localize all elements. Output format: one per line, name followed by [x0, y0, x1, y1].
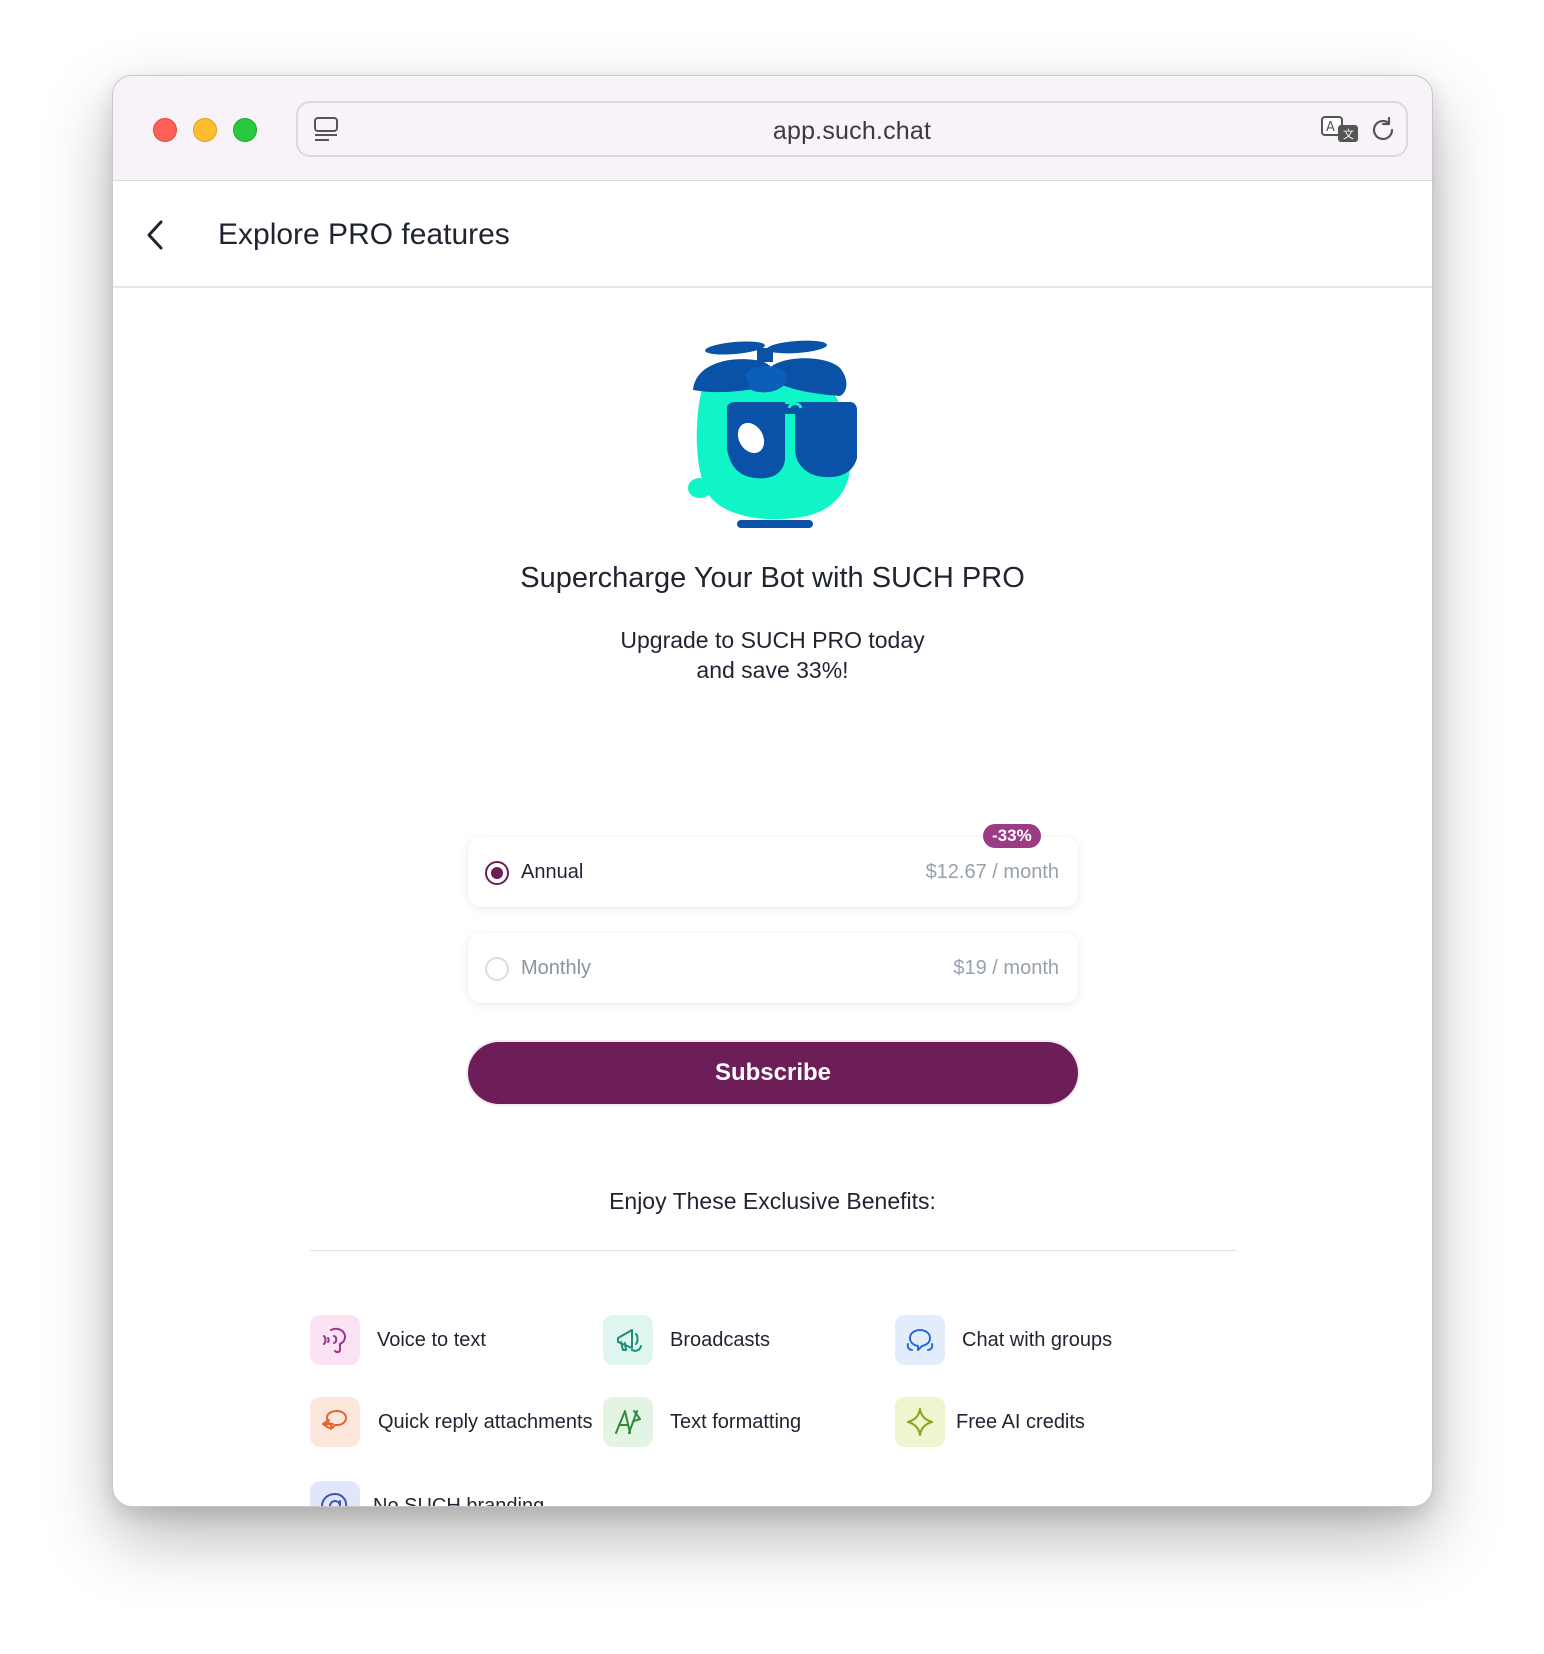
megaphone-icon: [603, 1315, 653, 1365]
plan-label-annual: Annual: [521, 861, 584, 883]
benefit-label: Free AI credits: [956, 1411, 1085, 1433]
benefit-label: Broadcasts: [670, 1329, 771, 1351]
url-text[interactable]: app.such.chat: [298, 117, 1406, 146]
plan-price-annual: $12.67 / month: [925, 861, 1059, 883]
text-format-icon: [603, 1397, 653, 1447]
plan-price-monthly: $19 / month: [953, 957, 1059, 979]
subscribe-button[interactable]: Subscribe: [468, 1042, 1078, 1104]
benefit-free-ai-credits: Free AI credits: [895, 1397, 1185, 1449]
hero-subtitle-line2: and save 33%!: [696, 657, 849, 683]
benefit-quick-reply-attachments: Quick reply attachments: [310, 1397, 600, 1449]
page-title: Explore PRO features: [218, 218, 510, 251]
benefits-title: Enjoy These Exclusive Benefits:: [609, 1188, 936, 1214]
page-header: Explore PRO features: [113, 182, 1432, 288]
plan-option-annual[interactable]: Annual $12.67 / month: [468, 837, 1078, 907]
mascot-logo: [688, 340, 857, 528]
benefit-no-such-branding: No SUCH branding: [310, 1481, 600, 1507]
zoom-window-button[interactable]: [233, 118, 257, 142]
address-bar[interactable]: app.such.chat A 文: [296, 101, 1408, 157]
translate-icon[interactable]: A 文: [1320, 115, 1360, 145]
plan-option-monthly[interactable]: Monthly $19 / month: [468, 933, 1078, 1003]
at-sign-icon: [310, 1481, 360, 1506]
monthly-radio[interactable]: [485, 957, 509, 981]
browser-titlebar: app.such.chat A 文: [113, 76, 1432, 181]
reload-icon[interactable]: [1368, 115, 1398, 145]
benefits-divider: [310, 1250, 1237, 1251]
benefit-label: Text formatting: [670, 1411, 802, 1433]
benefit-label: Voice to text: [377, 1329, 486, 1351]
close-window-button[interactable]: [153, 118, 177, 142]
hero-title: Supercharge Your Bot with SUCH PRO: [520, 562, 1025, 594]
discount-badge: -33%: [983, 824, 1041, 848]
benefit-label: No SUCH branding: [373, 1495, 545, 1507]
minimize-window-button[interactable]: [193, 118, 217, 142]
group-chat-icon: [895, 1315, 945, 1365]
benefit-text-formatting: Text formatting: [603, 1397, 883, 1449]
plan-label-monthly: Monthly: [521, 957, 592, 979]
annual-radio[interactable]: [485, 861, 509, 885]
back-arrow-icon[interactable]: [141, 218, 171, 252]
hero-subtitle: Upgrade to SUCH PRO today and save 33%!: [113, 625, 1432, 685]
benefit-voice-to-text: Voice to text: [310, 1315, 590, 1367]
browser-window: app.such.chat A 文 Explore PRO features S…: [112, 75, 1433, 1507]
svg-text:A: A: [1326, 120, 1335, 135]
voice-icon: [310, 1315, 360, 1365]
benefit-label: Quick reply attachments: [378, 1411, 593, 1433]
benefit-label: Chat with groups: [962, 1329, 1113, 1351]
sparkle-icon: [895, 1397, 945, 1447]
hero-subtitle-line1: Upgrade to SUCH PRO today: [620, 627, 925, 653]
pro-features-content: Supercharge Your Bot with SUCH PRO Upgra…: [113, 290, 1432, 1506]
svg-text:文: 文: [1343, 127, 1354, 141]
benefit-broadcasts: Broadcasts: [603, 1315, 883, 1367]
benefit-chat-with-groups: Chat with groups: [895, 1315, 1195, 1367]
quick-reply-icon: [310, 1397, 360, 1447]
